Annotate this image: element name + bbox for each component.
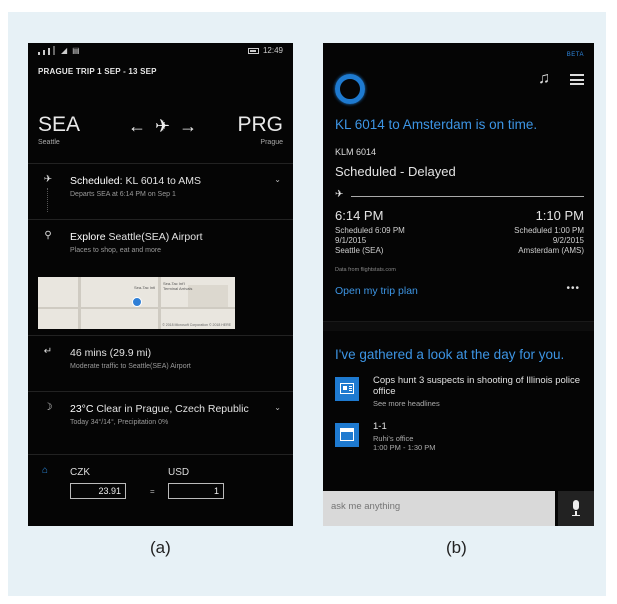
chevron-down-icon[interactable]: ⌄ (274, 403, 281, 412)
phone-trip-view: ◢ ▤ 12:49 PRAGUE TRIP 1 SEP - 13 SEP SEA… (28, 43, 293, 526)
hamburger-menu-icon[interactable] (570, 74, 584, 85)
arrival-scheduled: Scheduled 1:00 PM (514, 226, 584, 235)
arrival-time: 1:10 PM (535, 208, 584, 223)
microphone-icon (573, 500, 579, 510)
music-note-icon[interactable]: ♫ (538, 70, 550, 88)
weather-row-prefix: 23°C (70, 403, 94, 415)
open-trip-plan-link[interactable]: Open my trip plan (335, 285, 418, 297)
cortana-ring-icon[interactable] (335, 74, 365, 104)
news-icon (335, 377, 359, 401)
route-summary: SEA Seattle ← ✈ → PRG Prague (38, 113, 283, 153)
news-card[interactable]: Cops hunt 3 suspects in shooting of Illi… (335, 375, 586, 411)
event-time: 1:00 PM - 1:30 PM (373, 443, 436, 452)
currency-to-label: USD (168, 467, 190, 478)
arrival-place: Amsterdam (AMS) (518, 246, 584, 255)
map-label-a: Sea-Tac Intl (134, 285, 156, 290)
ask-bar[interactable] (323, 491, 555, 526)
flight-status: Scheduled - Delayed (335, 164, 456, 179)
location-pin-icon: ⚲ (44, 230, 52, 241)
airport-row-sub: Places to shop, eat and more (70, 247, 162, 254)
currency-to-field[interactable]: 1 (168, 483, 224, 499)
departure-info: Scheduled 6:09 PM 9/1/2015 Seattle (SEA) (335, 226, 405, 256)
event-title: 1-1 (373, 421, 387, 432)
plane-icon: ✈ (43, 174, 53, 185)
wifi-icon: ◢ (61, 46, 68, 55)
departure-place: Seattle (SEA) (335, 246, 384, 255)
flight-row-prefix: Scheduled: (70, 175, 123, 187)
flight-row-title: KL 6014 to AMS (125, 175, 201, 187)
chevron-down-icon[interactable]: ⌄ (274, 175, 281, 184)
beta-label: BETA (566, 52, 584, 58)
caption-a: (a) (150, 538, 171, 557)
calendar-card[interactable]: 1-1 Ruhi's office 1:00 PM - 1:30 PM (335, 421, 586, 457)
trip-title: PRAGUE TRIP 1 SEP - 13 SEP (38, 67, 157, 76)
phone-cortana-view: BETA ♫ KL 6014 to Amsterdam is on time. … (323, 43, 594, 526)
currency-converter: ⌂ CZK USD 23.91 = 1 (28, 454, 293, 526)
weather-row-sub: Today 34°/14°, Precipitation 0% (70, 419, 169, 426)
flight-number: KLM 6014 (335, 147, 377, 157)
return-arrow-icon: ↵ (43, 346, 53, 357)
arrival-date: 9/2/2015 (552, 236, 584, 245)
message-icon: ▤ (72, 46, 80, 55)
weather-row-title: Clear in Prague, Czech Republic (96, 403, 249, 415)
map-label-b: Sea-Tac Int'l Terminal Arrivals (163, 281, 193, 291)
ask-input[interactable] (331, 501, 541, 512)
day-summary-heading: I've gathered a look at the day for you. (335, 347, 565, 362)
battery-icon (247, 47, 259, 54)
map-copyright: © 2018 Microsoft Corporation © 2018 HERE (162, 323, 231, 327)
flight-progress: ✈ (335, 189, 584, 201)
plane-route-icon: ← ✈ → (128, 116, 200, 136)
location-dot-icon (132, 297, 142, 307)
event-location: Ruhi's office (373, 434, 414, 443)
airport-row-title: Seattle(SEA) Airport (108, 231, 203, 243)
airport-map[interactable]: Sea-Tac Intl Sea-Tac Int'l Terminal Arri… (38, 277, 235, 329)
flight-headline[interactable]: KL 6014 to Amsterdam is on time. (335, 117, 537, 132)
arrival-info: Scheduled 1:00 PM 9/2/2015 Amsterdam (AM… (514, 226, 584, 256)
destination-code: PRG (237, 113, 283, 136)
flight-row[interactable]: ✈ Scheduled: KL 6014 to AMS Departs SEA … (28, 163, 293, 219)
more-options-icon[interactable]: ••• (566, 283, 580, 294)
data-source: Data from flightstats.com (335, 267, 396, 273)
news-title: Cops hunt 3 suspects in shooting of Illi… (373, 375, 581, 397)
calendar-icon (335, 423, 359, 447)
microphone-button[interactable] (558, 491, 594, 526)
origin-city: Seattle (38, 139, 60, 146)
currency-from-label: CZK (70, 467, 90, 478)
plane-icon: ✈ (335, 189, 344, 200)
traffic-row-title: 46 mins (29.9 mi) (70, 347, 152, 359)
currency-from-field[interactable]: 23.91 (70, 483, 126, 499)
signal-icon: ◢ ▤ (38, 46, 80, 55)
section-divider (323, 321, 594, 331)
departure-date: 9/1/2015 (335, 236, 367, 245)
bank-icon: ⌂ (42, 465, 49, 476)
destination-city: Prague (260, 139, 283, 146)
traffic-row[interactable]: ↵ 46 mins (29.9 mi) Moderate traffic to … (28, 335, 293, 391)
moon-icon: ☽ (43, 402, 53, 413)
status-bar: ◢ ▤ 12:49 (38, 46, 283, 58)
news-more-link[interactable]: See more headlines (373, 399, 440, 408)
flight-row-sub: Departs SEA at 6:14 PM on Sep 1 (70, 191, 176, 198)
weather-row[interactable]: ☽ 23°C Clear in Prague, Czech Republic T… (28, 391, 293, 454)
departure-time: 6:14 PM (335, 208, 384, 223)
airport-row-prefix: Explore (70, 231, 106, 243)
caption-b: (b) (446, 538, 467, 557)
status-time: 12:49 (262, 46, 283, 55)
equals-sign: = (150, 487, 155, 496)
departure-scheduled: Scheduled 6:09 PM (335, 226, 405, 235)
origin-code: SEA (38, 113, 81, 136)
traffic-row-sub: Moderate traffic to Seattle(SEA) Airport (70, 363, 191, 370)
